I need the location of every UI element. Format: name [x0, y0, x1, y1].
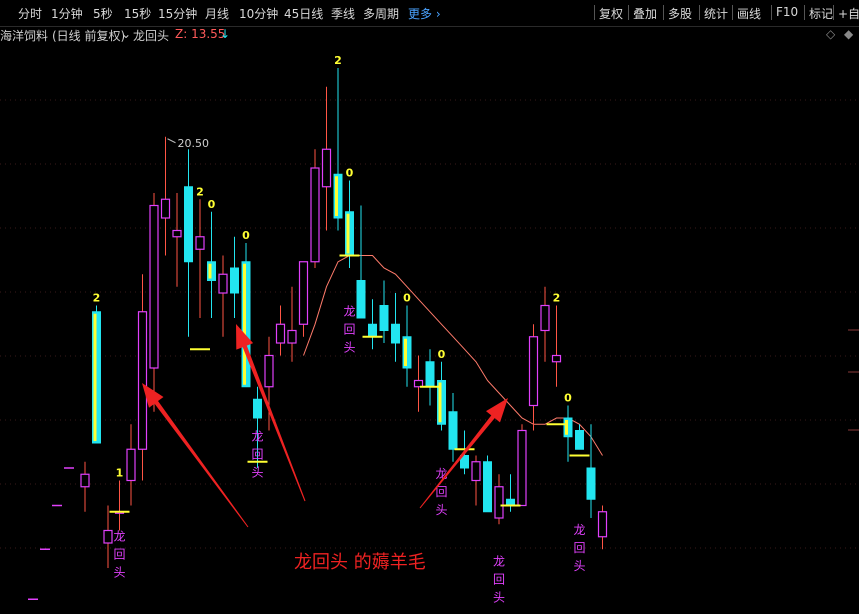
signal-label: 0: [346, 167, 354, 180]
candle-body-up: [160, 198, 171, 219]
candle-body-down: [230, 267, 239, 294]
signal-fill: [438, 382, 442, 423]
signal-label: 0: [438, 348, 446, 361]
dragon-return-marker: 龙: [435, 467, 447, 481]
candle-body-up: [195, 236, 205, 250]
candle-body-up: [471, 461, 481, 482]
candle-body-down: [483, 461, 492, 513]
signal-fill: [243, 263, 246, 385]
candle-body-up: [218, 273, 228, 294]
dragon-return-marker: 头: [435, 503, 447, 517]
red-arrow: [142, 383, 249, 528]
signal-fill: [208, 263, 212, 279]
signal-label: 0: [208, 198, 216, 211]
dragon-return-marker: 龙: [343, 304, 355, 318]
candle-body-up: [149, 204, 159, 369]
dragon-return-marker: 龙: [573, 523, 585, 537]
candle-body-up: [597, 511, 608, 538]
candle-body-down: [379, 305, 389, 331]
dragon-return-marker: 头: [343, 340, 355, 354]
signal-label: 1: [116, 467, 124, 480]
dragon-return-marker: 头: [493, 590, 505, 604]
dragon-return-marker: 回: [573, 541, 585, 555]
signal-label: 2: [334, 54, 342, 67]
candle-body-down: [586, 467, 596, 500]
candle-body-up: [264, 354, 274, 388]
signal-label: 0: [242, 229, 250, 242]
candlestick-chart[interactable]: 2120020002020.50龙回头龙回头龙回头龙回头龙回头龙回头龙回头 的薅…: [0, 0, 859, 614]
candle-body-down: [184, 186, 193, 263]
dragon-return-marker: 龙: [251, 429, 263, 443]
dragon-return-marker: 龙: [493, 554, 505, 568]
signal-label: 2: [553, 292, 561, 305]
candle-body-up: [517, 429, 527, 507]
signal-fill: [346, 213, 350, 254]
candle-body-up: [287, 329, 297, 344]
candle-body-down: [356, 280, 366, 319]
dragon-return-marker: 头: [251, 465, 263, 479]
signal-label: 0: [564, 392, 572, 405]
candle-body-up: [310, 167, 320, 263]
candle-body-up: [80, 473, 90, 488]
candle-body-up: [321, 148, 332, 188]
caption-text: 龙回头 的薅羊毛: [294, 552, 426, 573]
signal-fill: [93, 313, 97, 441]
candle-body-down: [253, 398, 262, 419]
candle-body-up: [540, 304, 550, 332]
candle-body-up: [275, 323, 286, 344]
candle-body-down: [448, 411, 458, 450]
candle-body-down: [425, 361, 435, 388]
dragon-return-marker: 回: [343, 322, 355, 336]
dragon-return-marker: 头: [573, 559, 585, 573]
candle-body-up: [494, 486, 504, 519]
dragon-return-marker: 头: [113, 565, 125, 579]
candle-body-up: [126, 448, 136, 482]
red-arrow: [236, 324, 306, 502]
signal-fill: [404, 338, 407, 366]
signal-fill: [335, 176, 338, 216]
candle-body-up: [298, 261, 309, 325]
candle-body-up: [172, 229, 182, 238]
high-price-label: 20.50: [178, 137, 210, 150]
candle-body-down: [575, 430, 584, 450]
dragon-return-marker: 回: [493, 572, 505, 586]
candle-body-up: [103, 529, 113, 544]
signal-label: 2: [196, 185, 204, 198]
signal-fill: [565, 420, 568, 435]
dragon-return-marker: 回: [113, 547, 125, 561]
candle-body-up: [551, 354, 562, 363]
dragon-return-marker: 龙: [113, 529, 125, 543]
candle-body-down: [391, 323, 400, 344]
signal-label: 2: [93, 292, 101, 305]
signal-label: 0: [403, 292, 411, 305]
dragon-return-marker: 回: [251, 447, 263, 461]
candle-body-up: [137, 311, 148, 450]
high-label-pointer: [167, 138, 176, 144]
candle-body-up: [528, 336, 539, 407]
candle-body-down: [368, 323, 377, 338]
